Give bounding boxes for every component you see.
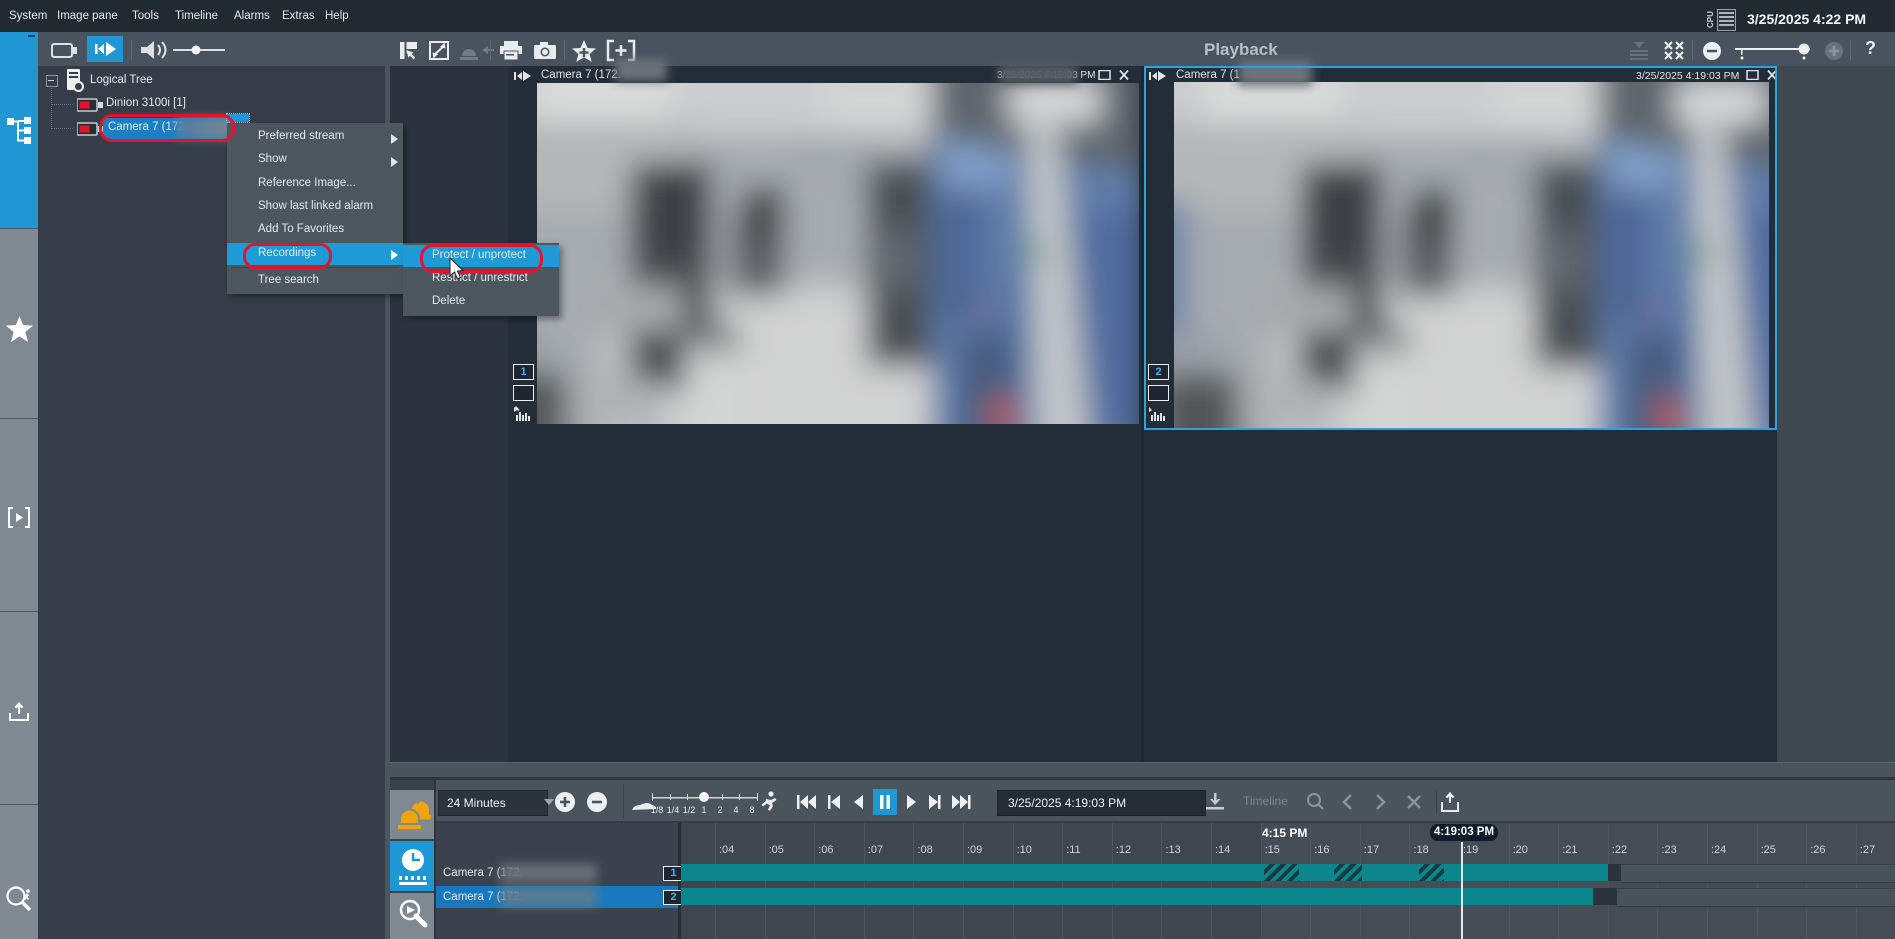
svg-text:2: 2 — [717, 805, 722, 815]
svg-text:1/8: 1/8 — [651, 805, 664, 815]
svg-text:1: 1 — [701, 805, 706, 815]
svg-text:1/4: 1/4 — [667, 805, 680, 815]
svg-text:8: 8 — [749, 805, 754, 815]
svg-text:1/2: 1/2 — [683, 805, 696, 815]
svg-text:4: 4 — [733, 805, 738, 815]
